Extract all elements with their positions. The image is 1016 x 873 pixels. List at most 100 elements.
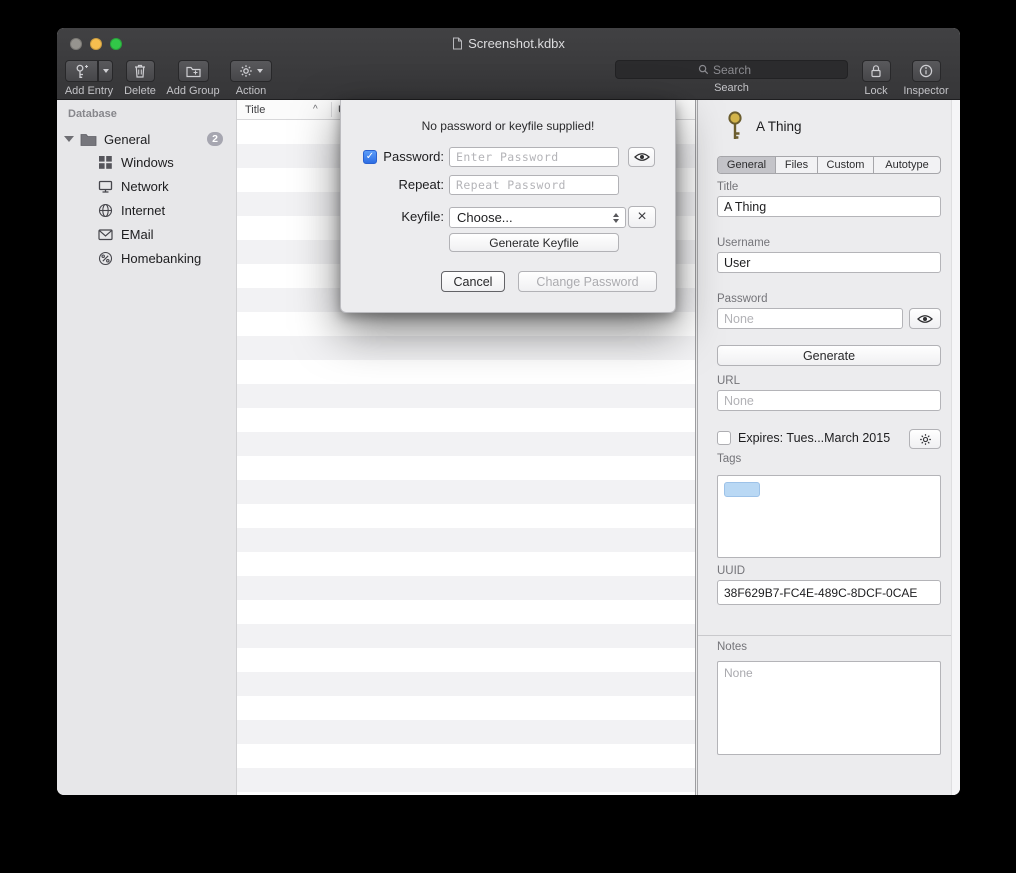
username-field[interactable] <box>717 252 941 273</box>
titlebar[interactable]: Screenshot.kdbx <box>57 28 960 58</box>
sidebar-item-label: Internet <box>121 203 165 218</box>
entry-title: A Thing <box>756 119 802 134</box>
reveal-password-button[interactable] <box>628 147 655 167</box>
password-sheet-dialog: No password or keyfile supplied! ✓ Passw… <box>340 100 676 313</box>
search-label: Search <box>714 82 749 94</box>
popup-stepper-icon <box>610 210 622 225</box>
network-icon <box>98 179 113 194</box>
folder-icon <box>80 133 97 146</box>
info-icon <box>919 64 933 78</box>
delete-button[interactable] <box>126 60 155 82</box>
chevron-down-icon <box>257 69 263 73</box>
keyfile-label: Keyfile: <box>361 207 444 227</box>
url-field-label: URL <box>717 375 740 387</box>
add-entry-button[interactable] <box>65 60 113 82</box>
app-window: Screenshot.kdbx Add Entry Delete Add Gro… <box>57 28 960 795</box>
uuid-label: UUID <box>717 565 745 577</box>
gear-icon <box>239 64 253 78</box>
action-label: Action <box>236 85 267 97</box>
close-icon: × <box>637 208 646 226</box>
column-divider[interactable] <box>331 102 332 117</box>
tab-files[interactable]: Files <box>776 157 818 173</box>
tag-pill[interactable] <box>724 482 760 497</box>
uuid-field[interactable] <box>717 580 941 605</box>
toolbar-group-add-entry: Add Entry <box>57 60 121 97</box>
cancel-button[interactable]: Cancel <box>441 271 505 292</box>
tags-box[interactable] <box>717 475 941 558</box>
search-field[interactable] <box>615 60 848 79</box>
enter-password-input[interactable] <box>449 147 619 167</box>
eye-icon <box>917 314 933 324</box>
password-field-label: Password <box>717 293 768 305</box>
generate-keyfile-button[interactable]: Generate Keyfile <box>449 233 619 252</box>
sidebar-item-label: Homebanking <box>121 251 201 266</box>
divider <box>698 635 960 636</box>
notes-field[interactable] <box>717 661 941 755</box>
add-group-label: Add Group <box>166 85 219 97</box>
eye-icon <box>634 152 650 162</box>
window-chrome: Screenshot.kdbx Add Entry Delete Add Gro… <box>57 28 960 100</box>
inspector-tabs: General Files Custom Autotype <box>717 156 941 174</box>
tags-label: Tags <box>717 453 741 465</box>
search-icon <box>698 64 709 75</box>
column-header-title[interactable]: Title <box>245 104 265 116</box>
password-label: Password: <box>361 147 444 167</box>
notes-label: Notes <box>717 641 747 653</box>
add-group-button[interactable] <box>178 60 209 82</box>
sidebar-item-label: Windows <box>121 155 174 170</box>
lock-button[interactable] <box>862 60 891 82</box>
toolbar-group-delete: Delete <box>116 60 164 97</box>
key-icon <box>724 110 746 147</box>
sidebar-item-network[interactable]: Network <box>57 174 236 198</box>
change-password-button[interactable]: Change Password <box>518 271 657 292</box>
sidebar-group-general[interactable]: General 2 <box>57 128 236 150</box>
sidebar-item-label: Network <box>121 179 169 194</box>
sidebar-item-internet[interactable]: Internet <box>57 198 236 222</box>
keyfile-popup-value: Choose... <box>457 210 513 225</box>
title-field[interactable] <box>717 196 941 217</box>
toolbar-group-add-group: Add Group <box>163 60 223 97</box>
disclosure-triangle-icon[interactable] <box>64 136 74 142</box>
url-field[interactable] <box>717 390 941 411</box>
sidebar-section-header: Database <box>68 108 117 120</box>
tab-autotype[interactable]: Autotype <box>874 157 940 173</box>
lock-label: Lock <box>864 85 887 97</box>
inspector-button[interactable] <box>912 60 941 82</box>
toolbar-group-inspector: Inspector <box>896 60 956 97</box>
repeat-label: Repeat: <box>361 175 444 195</box>
clear-keyfile-button[interactable]: × <box>628 206 656 228</box>
percent-coin-icon <box>98 251 113 266</box>
reveal-password-button[interactable] <box>909 308 941 329</box>
trash-icon <box>134 64 146 78</box>
keyfile-popup[interactable]: Choose... <box>449 207 626 228</box>
add-entry-dropdown[interactable] <box>98 60 113 82</box>
sidebar-item-windows[interactable]: Windows <box>57 150 236 174</box>
inspector-panel: A Thing General Files Custom Autotype Ti… <box>697 100 960 795</box>
sidebar-item-label: EMail <box>121 227 154 242</box>
tab-general[interactable]: General <box>718 157 776 173</box>
windows-icon <box>98 155 113 170</box>
repeat-password-input[interactable] <box>449 175 619 195</box>
folder-plus-icon <box>186 65 201 78</box>
password-field[interactable] <box>717 308 903 329</box>
sidebar-item-email[interactable]: EMail <box>57 222 236 246</box>
tab-custom[interactable]: Custom <box>818 157 874 173</box>
search-input[interactable] <box>713 63 765 77</box>
sort-ascending-icon: ^ <box>313 104 318 115</box>
action-button[interactable] <box>230 60 272 82</box>
add-entry-label: Add Entry <box>65 85 113 97</box>
toolbar-group-search: Search <box>615 60 848 94</box>
document-icon <box>452 37 463 50</box>
title-field-label: Title <box>717 181 738 193</box>
group-count-badge: 2 <box>207 132 223 146</box>
sheet-warning-message: No password or keyfile supplied! <box>341 119 675 133</box>
sidebar-item-homebanking[interactable]: Homebanking <box>57 246 236 270</box>
envelope-icon <box>98 228 113 241</box>
expires-settings-button[interactable] <box>909 429 941 449</box>
window-title: Screenshot.kdbx <box>468 36 565 51</box>
generate-password-button[interactable]: Generate <box>717 345 941 366</box>
username-field-label: Username <box>717 237 770 249</box>
expires-checkbox[interactable] <box>717 431 731 445</box>
globe-icon <box>98 203 113 218</box>
inspector-scrollbar[interactable] <box>951 100 960 795</box>
